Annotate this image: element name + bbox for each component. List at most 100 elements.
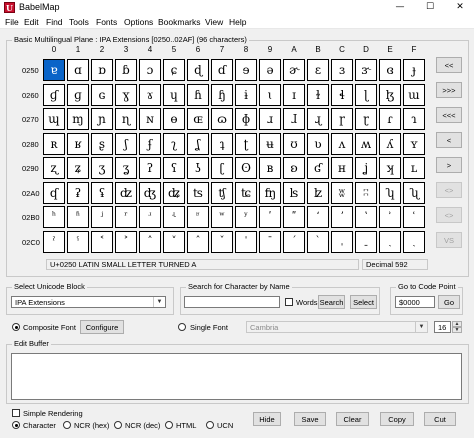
char-cell-02CE[interactable]: ˎ bbox=[379, 230, 401, 253]
char-cell-02C2[interactable]: ˂ bbox=[91, 230, 113, 253]
char-cell-0284[interactable]: ʄ bbox=[139, 132, 161, 155]
char-cell-027E[interactable]: ɾ bbox=[379, 108, 401, 130]
char-cell-026E[interactable]: ɮ bbox=[379, 83, 401, 106]
search-button[interactable]: Search bbox=[318, 295, 345, 309]
radio-html[interactable] bbox=[165, 421, 173, 429]
char-cell-02B5[interactable]: ʵ bbox=[163, 206, 185, 228]
char-cell-0256[interactable]: ɖ bbox=[187, 59, 209, 81]
edit-buffer-textarea[interactable] bbox=[11, 353, 462, 400]
char-cell-025E[interactable]: ɞ bbox=[379, 59, 401, 81]
char-cell-025D[interactable]: ɝ bbox=[355, 59, 377, 81]
char-cell-028F[interactable]: ʏ bbox=[403, 132, 425, 155]
char-cell-02C4[interactable]: ˄ bbox=[139, 230, 161, 253]
select-button[interactable]: Select bbox=[350, 295, 377, 309]
composite-font-radio[interactable] bbox=[12, 323, 20, 331]
char-cell-0285[interactable]: ʅ bbox=[163, 132, 185, 155]
char-cell-02AF[interactable]: ʯ bbox=[403, 181, 425, 204]
char-cell-0275[interactable]: ɵ bbox=[163, 108, 185, 130]
char-cell-0270[interactable]: ɰ bbox=[43, 108, 65, 130]
menu-view[interactable]: View bbox=[205, 17, 223, 27]
prev-page-button[interactable]: <<< bbox=[436, 107, 462, 123]
char-cell-029D[interactable]: ʝ bbox=[355, 157, 377, 179]
minimize-button[interactable]: — bbox=[386, 0, 414, 15]
char-cell-0264[interactable]: ɤ bbox=[139, 83, 161, 106]
char-cell-02CB[interactable]: ˋ bbox=[307, 230, 329, 253]
char-cell-02B8[interactable]: ʸ bbox=[235, 206, 257, 228]
char-cell-029B[interactable]: ʛ bbox=[307, 157, 329, 179]
char-cell-02B2[interactable]: ʲ bbox=[91, 206, 113, 228]
char-cell-02AB[interactable]: ʫ bbox=[307, 181, 329, 204]
char-cell-029A[interactable]: ʚ bbox=[283, 157, 305, 179]
char-cell-02AD[interactable]: ʭ bbox=[355, 181, 377, 204]
char-cell-0286[interactable]: ʆ bbox=[187, 132, 209, 155]
char-cell-0263[interactable]: ɣ bbox=[115, 83, 137, 106]
next-page-button[interactable]: >>> bbox=[436, 82, 462, 98]
char-cell-0279[interactable]: ɹ bbox=[259, 108, 281, 130]
char-cell-02BC[interactable]: ʼ bbox=[331, 206, 353, 228]
char-cell-0273[interactable]: ɳ bbox=[115, 108, 137, 130]
char-cell-02C6[interactable]: ˆ bbox=[187, 230, 209, 253]
char-cell-0265[interactable]: ɥ bbox=[163, 83, 185, 106]
menu-edit[interactable]: Edit bbox=[24, 17, 39, 27]
char-cell-02C3[interactable]: ˃ bbox=[115, 230, 137, 253]
copy-button[interactable]: Copy bbox=[380, 412, 414, 426]
char-cell-0258[interactable]: ɘ bbox=[235, 59, 257, 81]
char-cell-0250[interactable]: ɐ bbox=[43, 59, 65, 81]
char-cell-028D[interactable]: ʍ bbox=[355, 132, 377, 155]
char-cell-027C[interactable]: ɼ bbox=[331, 108, 353, 130]
char-cell-0268[interactable]: ɨ bbox=[235, 83, 257, 106]
char-cell-02AA[interactable]: ʪ bbox=[283, 181, 305, 204]
char-cell-02A7[interactable]: ʧ bbox=[211, 181, 233, 204]
words-checkbox[interactable] bbox=[285, 298, 293, 306]
char-cell-02A5[interactable]: ʥ bbox=[163, 181, 185, 204]
char-cell-02C0[interactable]: ˀ bbox=[43, 230, 65, 253]
char-cell-0276[interactable]: ɶ bbox=[187, 108, 209, 130]
maximize-button[interactable]: ☐ bbox=[416, 0, 444, 15]
char-cell-0272[interactable]: ɲ bbox=[91, 108, 113, 130]
radio-character[interactable] bbox=[12, 421, 20, 429]
char-cell-02AE[interactable]: ʮ bbox=[379, 181, 401, 204]
char-cell-0266[interactable]: ɦ bbox=[187, 83, 209, 106]
char-cell-027A[interactable]: ɺ bbox=[283, 108, 305, 130]
char-cell-02BD[interactable]: ʽ bbox=[355, 206, 377, 228]
char-cell-0280[interactable]: ʀ bbox=[43, 132, 65, 155]
char-cell-029E[interactable]: ʞ bbox=[379, 157, 401, 179]
char-cell-0296[interactable]: ʖ bbox=[187, 157, 209, 179]
char-cell-028E[interactable]: ʎ bbox=[379, 132, 401, 155]
char-cell-02B9[interactable]: ʹ bbox=[259, 206, 281, 228]
menu-options[interactable]: Options bbox=[124, 17, 153, 27]
menu-find[interactable]: Find bbox=[46, 17, 63, 27]
char-cell-026C[interactable]: ɬ bbox=[331, 83, 353, 106]
char-cell-0299[interactable]: ʙ bbox=[259, 157, 281, 179]
char-cell-027B[interactable]: ɻ bbox=[307, 108, 329, 130]
menu-help[interactable]: Help bbox=[229, 17, 246, 27]
char-cell-0298[interactable]: ʘ bbox=[235, 157, 257, 179]
unicode-block-dropdown[interactable]: IPA Extensions ▼ bbox=[11, 296, 166, 308]
clear-button[interactable]: Clear bbox=[336, 412, 369, 426]
hide-button[interactable]: Hide bbox=[253, 412, 281, 426]
char-cell-0254[interactable]: ɔ bbox=[139, 59, 161, 81]
char-cell-02AC[interactable]: ʬ bbox=[331, 181, 353, 204]
char-cell-028A[interactable]: ʊ bbox=[283, 132, 305, 155]
char-cell-0290[interactable]: ʐ bbox=[43, 157, 65, 179]
char-cell-02A3[interactable]: ʣ bbox=[115, 181, 137, 204]
char-cell-0262[interactable]: ɢ bbox=[91, 83, 113, 106]
close-button[interactable]: ✕ bbox=[446, 0, 474, 15]
char-cell-026B[interactable]: ɫ bbox=[307, 83, 329, 106]
char-cell-02B3[interactable]: ʳ bbox=[115, 206, 137, 228]
char-cell-026A[interactable]: ɪ bbox=[283, 83, 305, 106]
char-cell-02C1[interactable]: ˁ bbox=[67, 230, 89, 253]
char-cell-0282[interactable]: ʂ bbox=[91, 132, 113, 155]
char-cell-0277[interactable]: ɷ bbox=[211, 108, 233, 130]
char-cell-027D[interactable]: ɽ bbox=[355, 108, 377, 130]
prev-button[interactable]: < bbox=[436, 132, 462, 148]
char-cell-027F[interactable]: ɿ bbox=[403, 108, 425, 130]
radio-ncr-dec[interactable] bbox=[114, 421, 122, 429]
next-button[interactable]: > bbox=[436, 157, 462, 173]
char-cell-0291[interactable]: ʑ bbox=[67, 157, 89, 179]
char-cell-02A8[interactable]: ʨ bbox=[235, 181, 257, 204]
go-button[interactable]: Go bbox=[438, 295, 460, 309]
char-cell-02A2[interactable]: ʢ bbox=[91, 181, 113, 204]
char-cell-02B0[interactable]: ʰ bbox=[43, 206, 65, 228]
char-cell-0257[interactable]: ɗ bbox=[211, 59, 233, 81]
